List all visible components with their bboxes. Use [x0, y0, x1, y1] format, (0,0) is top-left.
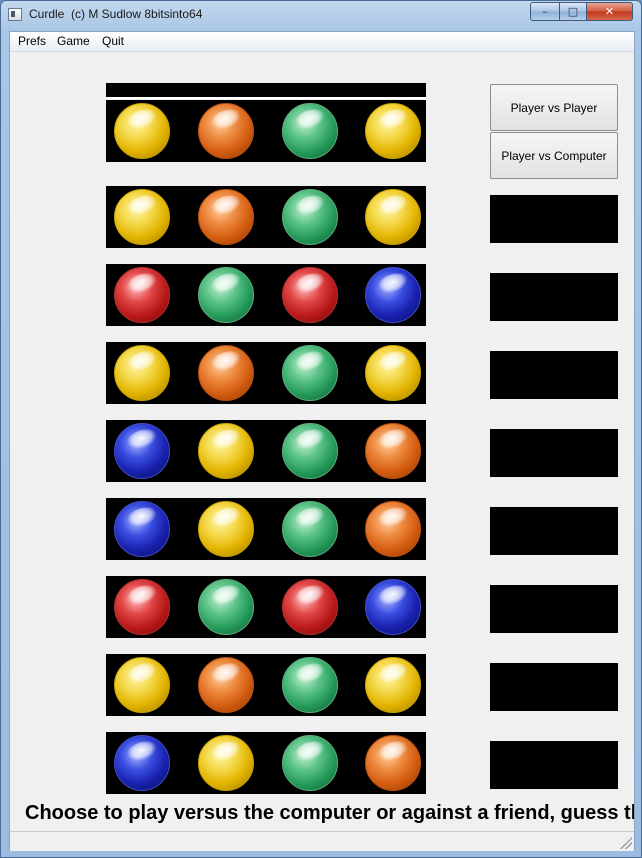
- yellow-ball[interactable]: [365, 657, 421, 713]
- green-ball[interactable]: [282, 189, 338, 245]
- menu-game[interactable]: Game: [57, 34, 90, 48]
- yellow-ball[interactable]: [114, 103, 170, 159]
- score-peg-box: [490, 741, 618, 789]
- minimize-button[interactable]: –: [530, 2, 560, 21]
- blue-ball[interactable]: [114, 423, 170, 479]
- yellow-ball[interactable]: [114, 657, 170, 713]
- title-bar[interactable]: Curdle (c) M Sudlow 8bitsinto64 – □ ✕: [1, 1, 641, 31]
- yellow-ball[interactable]: [114, 189, 170, 245]
- score-peg-box: [490, 351, 618, 399]
- orange-ball[interactable]: [365, 423, 421, 479]
- yellow-ball[interactable]: [365, 345, 421, 401]
- menu-quit[interactable]: Quit: [102, 34, 124, 48]
- red-ball[interactable]: [282, 579, 338, 635]
- green-ball[interactable]: [282, 657, 338, 713]
- app-icon[interactable]: [8, 8, 22, 21]
- orange-ball[interactable]: [365, 735, 421, 791]
- guess-row: [106, 732, 426, 794]
- resize-grip-icon[interactable]: [620, 837, 632, 849]
- yellow-ball[interactable]: [365, 103, 421, 159]
- yellow-ball[interactable]: [198, 735, 254, 791]
- blue-ball[interactable]: [114, 735, 170, 791]
- orange-ball[interactable]: [365, 501, 421, 557]
- window-title: Curdle (c) M Sudlow 8bitsinto64: [29, 7, 203, 21]
- player-vs-player-button[interactable]: Player vs Player: [490, 84, 618, 131]
- close-button[interactable]: ✕: [586, 2, 633, 21]
- green-ball[interactable]: [198, 267, 254, 323]
- red-ball[interactable]: [114, 267, 170, 323]
- guess-row: [106, 654, 426, 716]
- guess-row: [106, 100, 426, 162]
- player-vs-computer-button[interactable]: Player vs Computer: [490, 132, 618, 179]
- secret-code-bar: [106, 83, 426, 99]
- green-ball[interactable]: [282, 501, 338, 557]
- game-board: Player vs Player Player vs Computer Choo…: [10, 52, 634, 830]
- blue-ball[interactable]: [365, 267, 421, 323]
- orange-ball[interactable]: [198, 103, 254, 159]
- red-ball[interactable]: [282, 267, 338, 323]
- menu-bar: Prefs Game Quit: [10, 32, 634, 52]
- orange-ball[interactable]: [198, 189, 254, 245]
- status-bar: [10, 831, 634, 851]
- orange-ball[interactable]: [198, 657, 254, 713]
- guess-row: [106, 342, 426, 404]
- blue-ball[interactable]: [365, 579, 421, 635]
- menu-prefs[interactable]: Prefs: [18, 34, 46, 48]
- score-peg-box: [490, 585, 618, 633]
- guess-row: [106, 420, 426, 482]
- green-ball[interactable]: [282, 345, 338, 401]
- score-peg-box: [490, 429, 618, 477]
- yellow-ball[interactable]: [365, 189, 421, 245]
- green-ball[interactable]: [282, 423, 338, 479]
- green-ball[interactable]: [198, 579, 254, 635]
- green-ball[interactable]: [282, 735, 338, 791]
- maximize-button[interactable]: □: [559, 2, 587, 21]
- instruction-text: Choose to play versus the computer or ag…: [25, 802, 634, 824]
- red-ball[interactable]: [114, 579, 170, 635]
- score-peg-box: [490, 507, 618, 555]
- orange-ball[interactable]: [198, 345, 254, 401]
- guess-row: [106, 186, 426, 248]
- blue-ball[interactable]: [114, 501, 170, 557]
- score-peg-box: [490, 195, 618, 243]
- guess-row: [106, 576, 426, 638]
- score-peg-box: [490, 663, 618, 711]
- client-area: Prefs Game Quit Player vs Player Player …: [9, 31, 635, 851]
- guess-row: [106, 498, 426, 560]
- yellow-ball[interactable]: [114, 345, 170, 401]
- green-ball[interactable]: [282, 103, 338, 159]
- app-window: Curdle (c) M Sudlow 8bitsinto64 – □ ✕ Pr…: [0, 0, 642, 858]
- score-peg-box: [490, 273, 618, 321]
- yellow-ball[interactable]: [198, 501, 254, 557]
- guess-row: [106, 264, 426, 326]
- yellow-ball[interactable]: [198, 423, 254, 479]
